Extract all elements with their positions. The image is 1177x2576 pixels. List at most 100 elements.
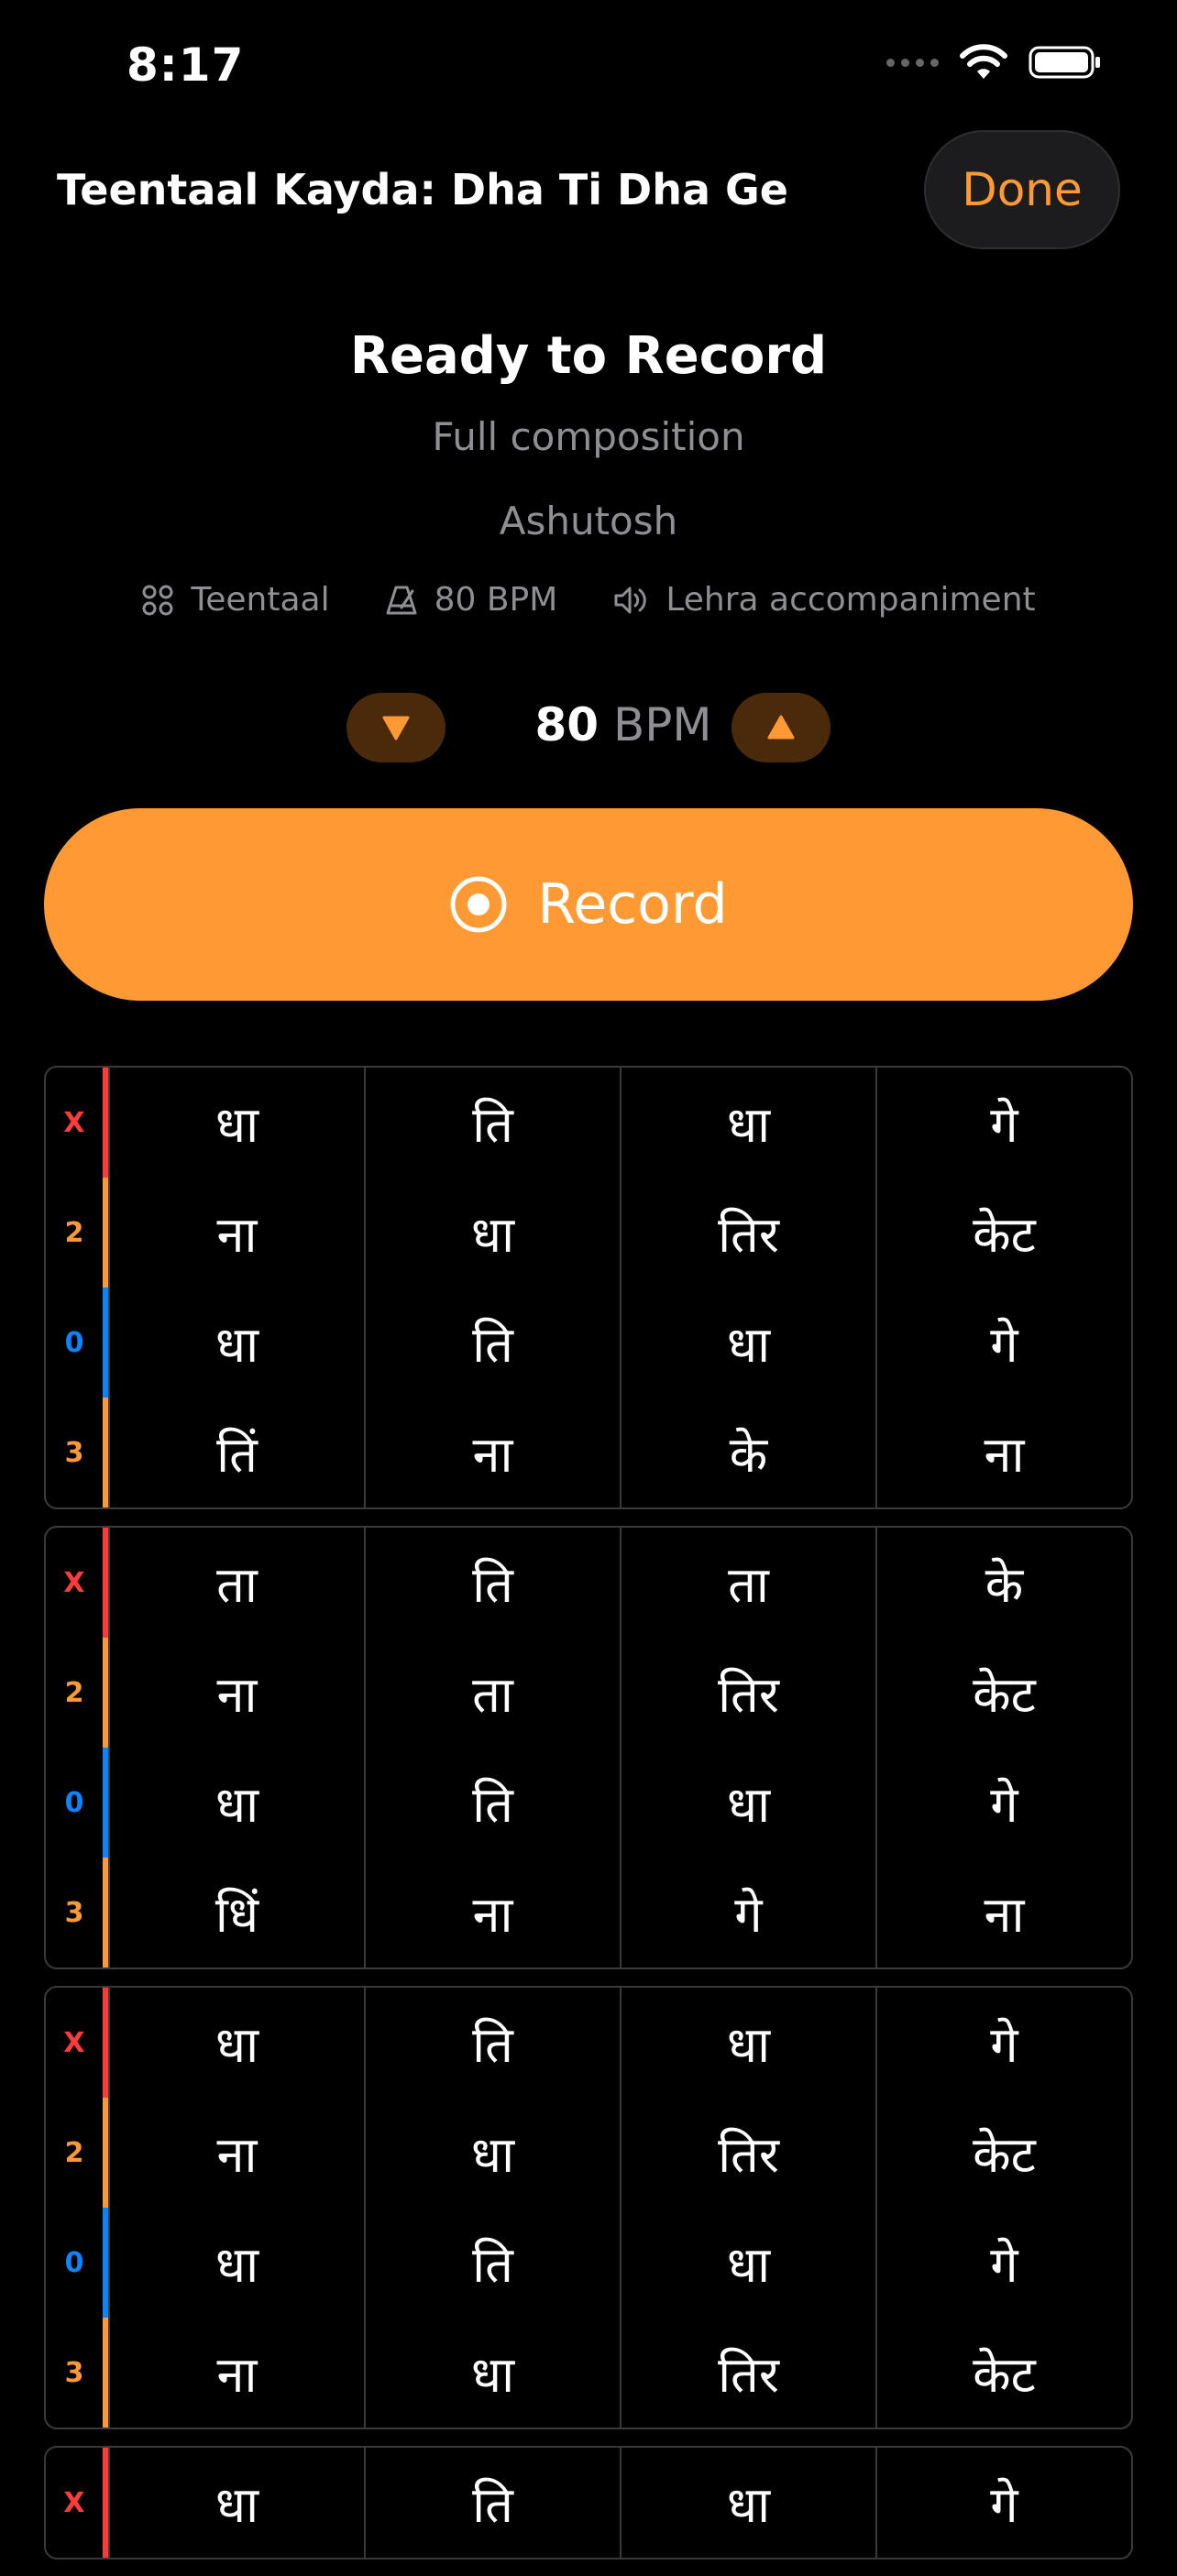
bol-cell: गे bbox=[875, 1988, 1131, 2098]
cycle-block: X धा ति धा गे bbox=[44, 2446, 1133, 2560]
record-label: Record bbox=[537, 872, 728, 937]
status-time: 8:17 bbox=[126, 38, 245, 92]
bol-cell: गे bbox=[875, 1748, 1131, 1858]
bol-cell: गे bbox=[875, 2208, 1131, 2318]
bol-cell: धा bbox=[620, 2208, 875, 2318]
bol-cell: ति bbox=[364, 2448, 620, 2558]
vibhag-marker: X bbox=[63, 2026, 85, 2059]
bol-cell: गे bbox=[875, 1288, 1131, 1398]
bol-cell: ति bbox=[364, 1748, 620, 1858]
bol-cell: धा bbox=[620, 2448, 875, 2558]
bol-cell: गे bbox=[875, 1068, 1131, 1178]
bol-cell: धा bbox=[108, 1068, 364, 1178]
vibhag-marker: 0 bbox=[64, 1326, 84, 1359]
bol-cell: तिर bbox=[620, 2318, 875, 2428]
vibhag-marker: 0 bbox=[64, 1786, 84, 1819]
bol-cell: धा bbox=[108, 1988, 364, 2098]
vibhag-row: X धा ति धा गे bbox=[46, 1988, 1131, 2098]
author-name: Ashutosh bbox=[499, 499, 678, 543]
grid-icon bbox=[142, 585, 173, 615]
tempo-decrease-button[interactable] bbox=[346, 693, 446, 762]
vibhag-row: 0 धा ति धा गे bbox=[46, 2208, 1131, 2318]
bol-cell: ति bbox=[364, 1068, 620, 1178]
vibhag-marker: X bbox=[63, 1106, 85, 1139]
bol-cell: तिर bbox=[620, 1178, 875, 1288]
bol-cell: ना bbox=[108, 2318, 364, 2428]
bol-cell: ना bbox=[108, 1638, 364, 1748]
metronome-icon bbox=[386, 586, 417, 614]
bol-cell: ना bbox=[875, 1398, 1131, 1507]
bol-cell: तिर bbox=[620, 1638, 875, 1748]
bol-cell: केट bbox=[875, 2318, 1131, 2428]
bol-cell: धा bbox=[620, 1748, 875, 1858]
bol-cell: गे bbox=[875, 2448, 1131, 2558]
bol-cell: केट bbox=[875, 2098, 1131, 2208]
vibhag-marker: 3 bbox=[64, 2356, 84, 2389]
vibhag-row: 2 ना धा तिर केट bbox=[46, 1178, 1131, 1288]
bol-cell: के bbox=[875, 1528, 1131, 1638]
vibhag-row: 2 ना धा तिर केट bbox=[46, 2098, 1131, 2208]
vibhag-row: 2 ना ता तिर केट bbox=[46, 1638, 1131, 1748]
triangle-up-icon bbox=[767, 715, 795, 740]
vibhag-row: 3 ना धा तिर केट bbox=[46, 2318, 1131, 2428]
tempo-increase-button[interactable] bbox=[732, 693, 830, 762]
accompaniment-label: Lehra accompaniment bbox=[666, 581, 1036, 619]
bol-cell: गे bbox=[620, 1858, 875, 1968]
bol-cell: तिर bbox=[620, 2098, 875, 2208]
tempo-label: 80 BPM bbox=[434, 581, 558, 619]
bol-cell: धा bbox=[364, 2098, 620, 2208]
bol-cell: ता bbox=[620, 1528, 875, 1638]
bol-cell: ति bbox=[364, 2208, 620, 2318]
bol-cell: ना bbox=[364, 1858, 620, 1968]
bol-cell: धा bbox=[620, 1988, 875, 2098]
status-heading: Ready to Record bbox=[349, 326, 828, 386]
status-icons bbox=[886, 44, 1102, 81]
status-bar: 8:17 bbox=[0, 0, 1177, 137]
bol-cell: ता bbox=[364, 1638, 620, 1748]
bol-cell: धा bbox=[364, 2318, 620, 2428]
signal-icon bbox=[886, 58, 939, 67]
bol-cell: धा bbox=[364, 1178, 620, 1288]
vibhag-marker: 2 bbox=[64, 1216, 84, 1249]
cycle-block: X धा ति धा गे 2 ना धा तिर केट 0 धा ति धा गे 3 ना धा तिर केट bbox=[44, 1986, 1133, 2429]
vibhag-marker: X bbox=[63, 1566, 85, 1599]
triangle-down-icon bbox=[382, 716, 410, 740]
vibhag-row: 3 धिं ना गे ना bbox=[46, 1858, 1131, 1968]
composition-grid: X धा ति धा गे 2 ना धा तिर केट 0 धा ति धा गे 3 तिं ना के ना X… bbox=[44, 1066, 1133, 2576]
battery-icon bbox=[1028, 46, 1100, 79]
vibhag-marker: X bbox=[63, 2486, 85, 2519]
bol-cell: धा bbox=[620, 1068, 875, 1178]
done-button[interactable]: Done bbox=[924, 130, 1120, 249]
bol-cell: के bbox=[620, 1398, 875, 1507]
page-title: Teentaal Kayda: Dha Ti Dha Ge bbox=[57, 165, 788, 214]
composition-subtitle: Full composition bbox=[432, 414, 745, 459]
bol-cell: केट bbox=[875, 1178, 1131, 1288]
speaker-icon bbox=[614, 586, 647, 613]
vibhag-marker: 3 bbox=[64, 1436, 84, 1469]
tempo-value: 80 bbox=[534, 698, 600, 751]
vibhag-marker: 2 bbox=[64, 2136, 84, 2169]
session-meta: Teentaal 80 BPM Lehra accompaniment bbox=[0, 581, 1177, 619]
cycle-block: X ता ति ता के 2 ना ता तिर केट 0 धा ति धा गे 3 धिं ना गे ना bbox=[44, 1526, 1133, 1969]
tempo-readout: 80 BPM bbox=[513, 698, 733, 751]
vibhag-row: 3 तिं ना के ना bbox=[46, 1398, 1131, 1507]
cycle-block: X धा ति धा गे 2 ना धा तिर केट 0 धा ति धा गे 3 तिं ना के ना bbox=[44, 1066, 1133, 1509]
bol-cell: धा bbox=[108, 1288, 364, 1398]
bol-cell: ना bbox=[364, 1398, 620, 1507]
vibhag-row: 0 धा ति धा गे bbox=[46, 1288, 1131, 1398]
vibhag-row: 0 धा ति धा गे bbox=[46, 1748, 1131, 1858]
bol-cell: ता bbox=[108, 1528, 364, 1638]
record-icon bbox=[450, 876, 507, 933]
bol-cell: केट bbox=[875, 1638, 1131, 1748]
bol-cell: धा bbox=[108, 2208, 364, 2318]
bol-cell: तिं bbox=[108, 1398, 364, 1507]
vibhag-row: X धा ति धा गे bbox=[46, 1068, 1131, 1178]
vibhag-marker: 3 bbox=[64, 1896, 84, 1929]
bol-cell: ना bbox=[108, 1178, 364, 1288]
bol-cell: धा bbox=[620, 1288, 875, 1398]
bol-cell: ना bbox=[108, 2098, 364, 2208]
record-button[interactable]: Record bbox=[44, 808, 1133, 1001]
wifi-icon bbox=[960, 44, 1007, 79]
vibhag-marker: 0 bbox=[64, 2246, 84, 2279]
taal-label: Teentaal bbox=[191, 581, 330, 619]
